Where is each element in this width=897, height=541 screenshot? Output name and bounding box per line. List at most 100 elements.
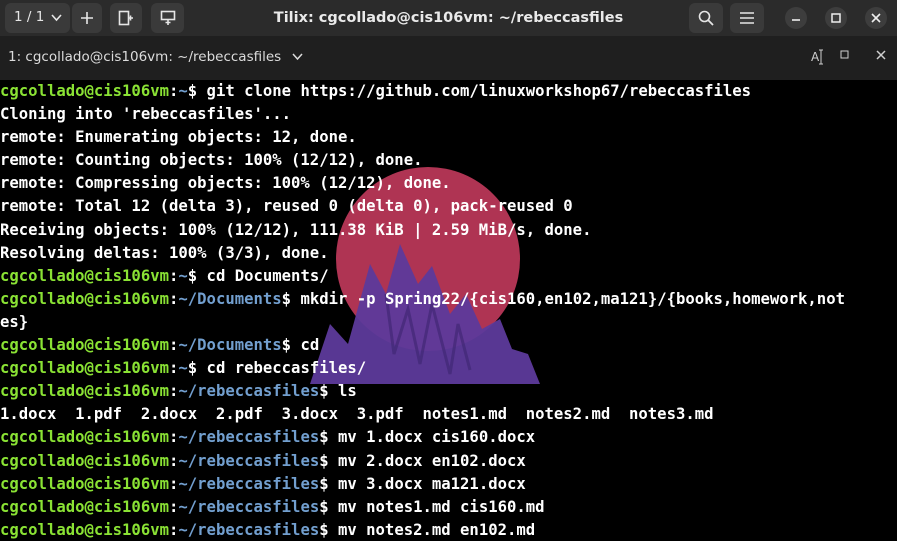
terminal-line: cgcollado@cis106vm:~/rebeccasfiles$ ls	[0, 380, 897, 403]
prompt-user-host: cgcollado@cis106vm	[0, 428, 169, 447]
terminal-text: remote: Enumerating objects: 12, done.	[0, 128, 357, 147]
session-counter: 1 / 1	[14, 9, 45, 25]
prompt-user-host: cgcollado@cis106vm	[0, 520, 169, 539]
terminal-line: cgcollado@cis106vm:~$ git clone https://…	[0, 80, 897, 103]
prompt-path: ~/rebeccasfiles	[178, 474, 320, 493]
prompt-path: ~/rebeccasfiles	[178, 451, 320, 470]
terminal-text: :	[169, 266, 179, 285]
prompt-user-host: cgcollado@cis106vm	[0, 266, 169, 285]
chevron-down-icon	[51, 14, 62, 22]
terminal-line: cgcollado@cis106vm:~$ cd Documents/	[0, 265, 897, 288]
terminal-text: $ mv 1.docx cis160.docx	[319, 428, 536, 447]
terminal-text: es}	[0, 312, 29, 331]
prompt-path: ~/Documents	[178, 289, 282, 308]
terminal-title-dropdown[interactable]: 1: cgcollado@cis106vm: ~/rebeccasfiles	[8, 49, 303, 65]
prompt-user-host: cgcollado@cis106vm	[0, 336, 169, 355]
maximize-button[interactable]	[825, 7, 847, 29]
prompt-path: ~/rebeccasfiles	[178, 382, 320, 401]
terminal-line: cgcollado@cis106vm:~/Documents$ mkdir -p…	[0, 288, 897, 311]
search-button[interactable]	[689, 3, 723, 33]
minimize-icon	[792, 19, 800, 21]
terminal-text: :	[169, 474, 179, 493]
terminal-text: remote: Total 12 (delta 3), reused 0 (de…	[0, 197, 573, 216]
terminal-text: :	[169, 497, 179, 516]
prompt-path: ~	[178, 82, 188, 100]
terminal-line: cgcollado@cis106vm:~/rebeccasfiles$ mv 1…	[0, 426, 897, 449]
terminal-text: :	[169, 382, 179, 401]
terminal-text: :	[169, 451, 179, 470]
terminal-line: Resolving deltas: 100% (3/3), done.	[0, 242, 897, 265]
terminal-line: 1.docx 1.pdf 2.docx 2.pdf 3.docx 3.pdf n…	[0, 403, 897, 426]
terminal-line: cgcollado@cis106vm:~/rebeccasfiles$ mv 3…	[0, 473, 897, 496]
minimize-button[interactable]	[785, 7, 807, 29]
terminal-output: cgcollado@cis106vm:~$ git clone https://…	[0, 80, 897, 541]
chevron-down-icon	[291, 53, 303, 61]
prompt-user-host: cgcollado@cis106vm	[0, 382, 169, 401]
split-down-button[interactable]	[151, 3, 184, 33]
close-terminal-icon[interactable]	[876, 49, 886, 64]
svg-text:A: A	[811, 50, 820, 64]
terminal-text: $ mkdir -p Spring22/{cis160,en102,ma121}…	[281, 289, 845, 308]
terminal-line: cgcollado@cis106vm:~$ cd rebeccasfiles/	[0, 357, 897, 380]
terminal-line: cgcollado@cis106vm:~/rebeccasfiles$ mv 2…	[0, 450, 897, 473]
text-cursor-icon[interactable]: A	[811, 49, 825, 69]
split-right-button[interactable]	[110, 3, 142, 33]
maximize-icon	[831, 13, 841, 23]
prompt-user-host: cgcollado@cis106vm	[0, 451, 169, 470]
terminal-text: :	[169, 336, 179, 355]
terminal-text: :	[169, 82, 179, 100]
terminal-title-bar: 1: cgcollado@cis106vm: ~/rebeccasfiles A	[0, 36, 897, 80]
plus-icon	[81, 12, 93, 24]
hamburger-menu-icon	[740, 12, 754, 24]
terminal-line: Cloning into 'rebeccasfiles'...	[0, 103, 897, 126]
terminal-text: remote: Counting objects: 100% (12/12), …	[0, 151, 423, 170]
prompt-user-host: cgcollado@cis106vm	[0, 82, 169, 100]
prompt-path: ~/rebeccasfiles	[178, 520, 320, 539]
add-session-button[interactable]	[72, 3, 102, 33]
terminal-text: $ mv 3.docx ma121.docx	[319, 474, 526, 493]
close-button[interactable]	[865, 7, 887, 29]
menu-button[interactable]	[730, 3, 764, 33]
prompt-user-host: cgcollado@cis106vm	[0, 474, 169, 493]
terminal-line: remote: Total 12 (delta 3), reused 0 (de…	[0, 195, 897, 218]
terminal-text: :	[169, 289, 179, 308]
prompt-path: ~	[178, 359, 188, 378]
terminal-text: $ mv notes2.md en102.md	[319, 520, 536, 539]
terminal-text: Resolving deltas: 100% (3/3), done.	[0, 243, 329, 262]
terminal-line: cgcollado@cis106vm:~/Documents$ cd	[0, 334, 897, 357]
search-icon	[698, 10, 714, 26]
terminal-title: 1: cgcollado@cis106vm: ~/rebeccasfiles	[8, 49, 282, 65]
title-bar: 1 / 1 Tilix: cgcollado@cis106vm: ~/rebec…	[0, 0, 897, 36]
terminal-text: Receiving objects: 100% (12/12), 111.38 …	[0, 220, 592, 239]
close-icon	[871, 13, 881, 23]
terminal-line: cgcollado@cis106vm:~/rebeccasfiles$ mv n…	[0, 496, 897, 519]
terminal-text: :	[169, 520, 179, 539]
session-switcher[interactable]: 1 / 1	[5, 3, 70, 33]
terminal-text: $ git clone https://github.com/linuxwork…	[187, 82, 752, 100]
prompt-path: ~/rebeccasfiles	[178, 497, 320, 516]
prompt-path: ~/Documents	[178, 336, 282, 355]
terminal-text: $ ls	[319, 382, 357, 401]
terminal-text: remote: Compressing objects: 100% (12/12…	[0, 174, 451, 193]
terminal-text: $ mv notes1.md cis160.md	[319, 497, 545, 516]
prompt-user-host: cgcollado@cis106vm	[0, 497, 169, 516]
terminal-text: :	[169, 428, 179, 447]
prompt-user-host: cgcollado@cis106vm	[0, 289, 169, 308]
maximize-terminal-icon[interactable]	[840, 49, 850, 64]
terminal-line: remote: Compressing objects: 100% (12/12…	[0, 172, 897, 195]
terminal-line: cgcollado@cis106vm:~/rebeccasfiles$ mv n…	[0, 519, 897, 541]
terminal-text: $ mv 2.docx en102.docx	[319, 451, 526, 470]
terminal-area[interactable]: cgcollado@cis106vm:~$ git clone https://…	[0, 80, 897, 541]
terminal-line: Receiving objects: 100% (12/12), 111.38 …	[0, 219, 897, 242]
terminal-line: remote: Counting objects: 100% (12/12), …	[0, 149, 897, 172]
terminal-text: 1.docx 1.pdf 2.docx 2.pdf 3.docx 3.pdf n…	[0, 405, 714, 424]
prompt-user-host: cgcollado@cis106vm	[0, 359, 169, 378]
prompt-path: ~	[178, 266, 188, 285]
terminal-text: Cloning into 'rebeccasfiles'...	[0, 105, 292, 124]
terminal-line: es}	[0, 311, 897, 334]
terminal-text: $ cd rebeccasfiles/	[187, 359, 367, 378]
split-right-icon	[118, 10, 133, 26]
terminal-line: remote: Enumerating objects: 12, done.	[0, 126, 897, 149]
split-down-icon	[160, 10, 175, 25]
terminal-text: :	[169, 359, 179, 378]
